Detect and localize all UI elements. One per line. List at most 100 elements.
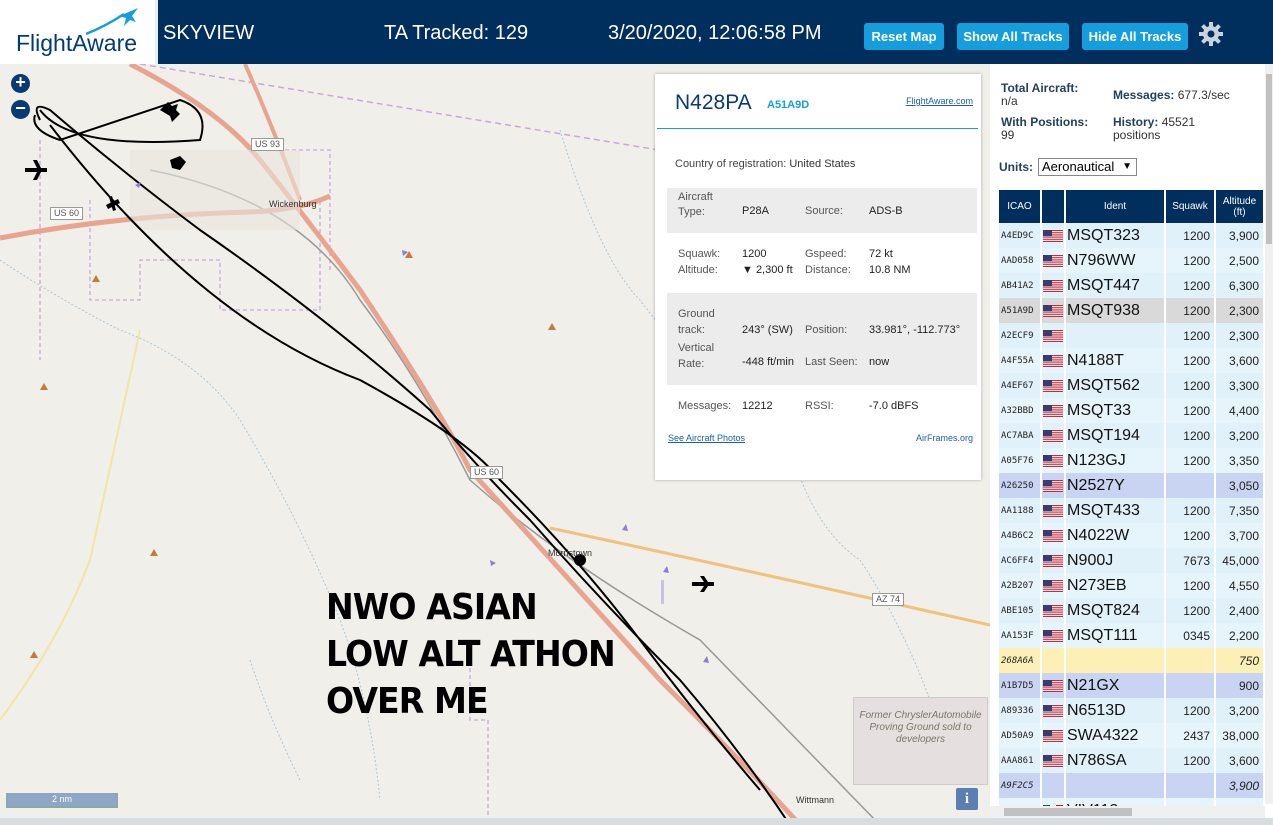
road-label-us93: US 93 [251,138,285,151]
table-row[interactable]: AA1188 MSQT433 1200 7,350 [999,498,1265,523]
table-row[interactable]: A51A9D MSQT938 1200 2,300 [999,298,1265,323]
col-ident[interactable]: Ident [1066,190,1166,223]
gear-icon[interactable] [1198,21,1224,47]
proving-ground-area: Former ChryslerAutomobile Proving Ground… [853,697,988,785]
col-icao[interactable]: ICAO [999,190,1042,223]
table-row[interactable]: A26250 N2527Y 3,050 [999,473,1265,498]
cell-squawk: 1200 [1166,698,1216,723]
road-label-us60-east: US 60 [470,466,504,479]
airframes-link[interactable]: AirFrames.org [916,433,973,443]
zoom-in-button[interactable]: + [11,73,30,93]
vertical-rate-value: -448 ft/min [742,356,794,368]
cell-ident: N786SA [1066,748,1166,773]
cell-flag [1042,748,1066,773]
cell-flag [1042,248,1066,273]
table-row[interactable]: A1B7D5 N21GX 900 [999,673,1265,698]
cell-ident: N796WW [1066,248,1166,273]
table-row[interactable]: A05F76 N123GJ 1200 3,350 [999,448,1265,473]
horizontal-scrollbar[interactable] [990,806,1265,818]
table-row[interactable]: A2B207 N273EB 1200 4,550 [999,573,1265,598]
cell-altitude: 3,600 [1216,348,1265,373]
hide-all-tracks-button[interactable]: Hide All Tracks [1082,23,1188,50]
us-flag-icon [1043,729,1063,742]
history-label: History: [1113,115,1159,129]
annotation-line-3: OVER ME [326,681,489,722]
cell-altitude: 750 [1216,648,1265,673]
table-row[interactable]: AA153F MSQT111 0345 2,200 [999,623,1265,648]
history-stat: History: 45521 positions [1113,116,1233,142]
cell-icao: A4B6C2 [999,523,1042,548]
map-info-button[interactable]: i [956,788,978,810]
table-row[interactable]: A4F55A N4188T 1200 3,600 [999,348,1265,373]
positions-value: 99 [1001,128,1015,142]
rssi-label: RSSI: [805,400,834,412]
flightaware-logo[interactable]: FlightAware [0,0,158,64]
cell-squawk: 1200 [1166,423,1216,448]
cell-ident: MSQT433 [1066,498,1166,523]
positions-stat: With Positions: 99 [1001,116,1111,142]
cell-altitude: 3,700 [1216,523,1265,548]
country-label: Country of registration: [675,158,787,170]
track-row: Ground track: 243° (SW) Position: 33.981… [667,293,977,385]
units-select[interactable]: Aeronautical ▼ [1038,158,1137,176]
cell-squawk: 1200 [1166,448,1216,473]
table-row[interactable]: A2ECF9 1200 2,300 [999,323,1265,348]
us-flag-icon [1043,379,1063,392]
cell-ident: N4188T [1066,348,1166,373]
cell-altitude: 900 [1216,673,1265,698]
cell-squawk [1166,473,1216,498]
reset-map-button[interactable]: Reset Map [864,23,944,50]
aircraft-type-row: Aircraft Type: P28A Source: ADS-B [667,188,977,233]
scale-label: 2 nm [8,793,116,806]
aircraft-type-label: Aircraft Type: [678,191,713,218]
cell-ident: N273EB [1066,573,1166,598]
table-row[interactable]: A4B6C2 N4022W 1200 3,700 [999,523,1265,548]
table-row[interactable]: A9F2C5 3,900 [999,773,1265,798]
cell-ident: N900J [1066,548,1166,573]
us-flag-icon [1043,454,1063,467]
table-row[interactable]: AC7ABA MSQT194 1200 3,200 [999,423,1265,448]
cell-flag [1042,298,1066,323]
table-row[interactable]: 268A6A 750 [999,648,1265,673]
messages-label: Messages: [678,400,732,412]
annotation-line-1: NWO ASIAN [326,587,538,628]
positions-label: With Positions: [1001,115,1089,129]
altitude-value: ▼ 2,300 ft [742,264,793,276]
cell-squawk: 7673 [1166,548,1216,573]
table-row[interactable]: A32BBD MSQT33 1200 4,400 [999,398,1265,423]
cell-icao: AC6FF4 [999,548,1042,573]
col-squawk[interactable]: Squawk [1166,190,1216,223]
col-altitude[interactable]: Altitude (ft) [1216,190,1265,223]
table-row[interactable]: A4EF67 MSQT562 1200 3,300 [999,373,1265,398]
us-flag-icon [1043,329,1063,342]
ground-track-value: 243° (SW) [742,324,793,336]
cell-icao: A2B207 [999,573,1042,598]
cell-ident: N6513D [1066,698,1166,723]
zoom-out-button[interactable]: − [11,99,30,119]
last-seen-value: now [869,356,890,368]
cell-icao: A1B7D5 [999,673,1042,698]
table-row[interactable]: AAA861 N786SA 1200 3,600 [999,748,1265,773]
cell-squawk: 1200 [1166,223,1216,248]
show-all-tracks-button[interactable]: Show All Tracks [957,23,1069,50]
table-row[interactable]: A4ED9C MSQT323 1200 3,900 [999,223,1265,248]
cell-icao: AC7ABA [999,423,1042,448]
table-row[interactable]: AAD058 N796WW 1200 2,500 [999,248,1265,273]
cell-ident: MSQT194 [1066,423,1166,448]
vertical-scrollbar[interactable] [1265,64,1273,804]
squawk-label: Squawk: [678,248,721,260]
flightaware-link[interactable]: FlightAware.com [906,96,973,106]
table-row[interactable]: ABE105 MSQT824 1200 2,400 [999,598,1265,623]
table-row[interactable]: AC6FF4 N900J 7673 45,000 [999,548,1265,573]
aircraft-list-panel: Total Aircraft: n/a Messages: 677.3/sec … [990,64,1273,825]
annotation-text: NWO ASIAN LOW ALT ATHON OVER ME [326,584,616,725]
aircraft-photos-link[interactable]: See Aircraft Photos [668,433,745,443]
cell-altitude: 2,500 [1216,248,1265,273]
distance-label: Distance: [805,264,851,276]
table-row[interactable]: A89336 N6513D 1200 3,200 [999,698,1265,723]
table-row[interactable]: AD50A9 SWA4322 2437 38,000 [999,723,1265,748]
table-row[interactable]: AB41A2 MSQT447 1200 6,300 [999,273,1265,298]
col-flag[interactable] [1042,190,1066,223]
vertical-rate-label: Vertical Rate: [678,342,715,370]
cell-altitude: 3,350 [1216,448,1265,473]
